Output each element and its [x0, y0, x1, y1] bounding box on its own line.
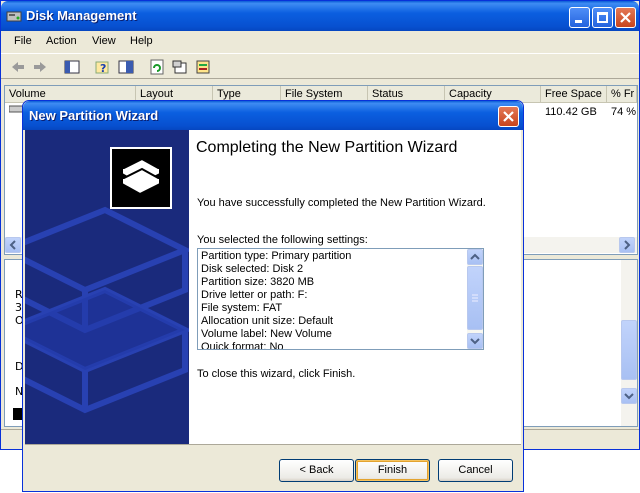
- finish-button[interactable]: Finish: [355, 459, 430, 482]
- settings-scroll-thumb[interactable]: [467, 266, 483, 330]
- console-tree-icon[interactable]: [63, 58, 81, 76]
- settings-scroll-up-button[interactable]: [467, 249, 483, 265]
- scroll-left-button[interactable]: [5, 237, 21, 253]
- close-icon: [503, 111, 514, 122]
- back-button[interactable]: < Back: [279, 459, 354, 482]
- back-arrow-icon[interactable]: [9, 58, 27, 76]
- setting-volume-label: Volume label: New Volume: [201, 328, 332, 340]
- chevron-right-icon: [624, 240, 631, 250]
- setting-partition-size: Partition size: 3820 MB: [201, 276, 315, 288]
- wizard-body: Completing the New Partition Wizard You …: [25, 130, 521, 444]
- row-percent-free: 74 %: [611, 106, 637, 118]
- chevron-left-icon: [9, 240, 16, 250]
- menu-view[interactable]: View: [92, 35, 116, 47]
- maximize-icon: [597, 12, 608, 23]
- settings-list-box[interactable]: Partition type: Primary partition Disk s…: [197, 248, 484, 350]
- help-icon[interactable]: ?: [94, 58, 112, 76]
- close-icon: [620, 12, 631, 23]
- chevron-up-icon: [470, 253, 480, 260]
- wizard-settings-label: You selected the following settings:: [197, 234, 368, 246]
- row-free-space: 110.42 GB: [545, 106, 597, 118]
- wizard-heading: Completing the New Partition Wizard: [196, 139, 458, 156]
- wizard-banner: [25, 130, 189, 444]
- wizard-success-text: You have successfully completed the New …: [197, 197, 486, 209]
- cancel-button[interactable]: Cancel: [438, 459, 513, 482]
- new-partition-wizard-dialog: New Partition Wizard Completing the New …: [22, 100, 524, 492]
- close-button[interactable]: [615, 7, 636, 28]
- refresh-icon[interactable]: [148, 58, 166, 76]
- setting-drive-letter: Drive letter or path: F:: [201, 289, 308, 301]
- scroll-right-button[interactable]: [619, 237, 635, 253]
- chevron-down-icon: [624, 393, 634, 400]
- graph-text-3: 3: [15, 301, 22, 314]
- settings-scroll-down-button[interactable]: [467, 333, 483, 349]
- disk-management-app-icon: [6, 11, 22, 22]
- minimize-icon: [575, 20, 582, 23]
- export-icon[interactable]: [171, 58, 189, 76]
- disk-stack-icon: [110, 147, 172, 209]
- menu-bar: File Action View Help: [1, 31, 639, 53]
- volume-disk-icon: [9, 105, 23, 113]
- graph-vertical-scrollbar[interactable]: [621, 260, 637, 426]
- menu-action[interactable]: Action: [46, 35, 77, 47]
- maximize-button[interactable]: [592, 7, 613, 28]
- chevron-down-icon: [470, 338, 480, 345]
- minimize-button[interactable]: [569, 7, 590, 28]
- setting-quick-format: Quick format: No: [201, 341, 284, 350]
- settings-vertical-scrollbar[interactable]: [467, 249, 483, 349]
- menu-help[interactable]: Help: [130, 35, 153, 47]
- graph-scroll-thumb[interactable]: [621, 320, 637, 380]
- wizard-close-button[interactable]: [498, 106, 519, 127]
- main-window-title: Disk Management: [26, 8, 137, 23]
- setting-allocation-unit-size: Allocation unit size: Default: [201, 315, 334, 327]
- main-titlebar[interactable]: Disk Management: [1, 1, 639, 31]
- wizard-footer: < Back Finish Cancel: [25, 444, 521, 491]
- wizard-close-hint: To close this wizard, click Finish.: [197, 368, 356, 380]
- setting-file-system: File system: FAT: [201, 302, 283, 314]
- column-free-space[interactable]: Free Space: [541, 86, 607, 103]
- wizard-titlebar[interactable]: New Partition Wizard: [23, 101, 523, 130]
- graph-scroll-down-button[interactable]: [621, 388, 637, 404]
- svg-text:?: ?: [100, 62, 106, 75]
- properties-icon[interactable]: [117, 58, 135, 76]
- settings-icon[interactable]: [194, 58, 212, 76]
- forward-arrow-icon[interactable]: [31, 58, 49, 76]
- setting-disk-selected: Disk selected: Disk 2: [201, 263, 304, 275]
- wizard-title: New Partition Wizard: [29, 108, 159, 123]
- settings-list: Partition type: Primary partition Disk s…: [201, 250, 467, 350]
- toolbar: ?: [1, 53, 639, 79]
- grip-icon: [472, 294, 478, 302]
- menu-file[interactable]: File: [14, 35, 32, 47]
- setting-partition-type: Partition type: Primary partition: [201, 250, 352, 262]
- column-percent-free[interactable]: % Fr: [607, 86, 637, 103]
